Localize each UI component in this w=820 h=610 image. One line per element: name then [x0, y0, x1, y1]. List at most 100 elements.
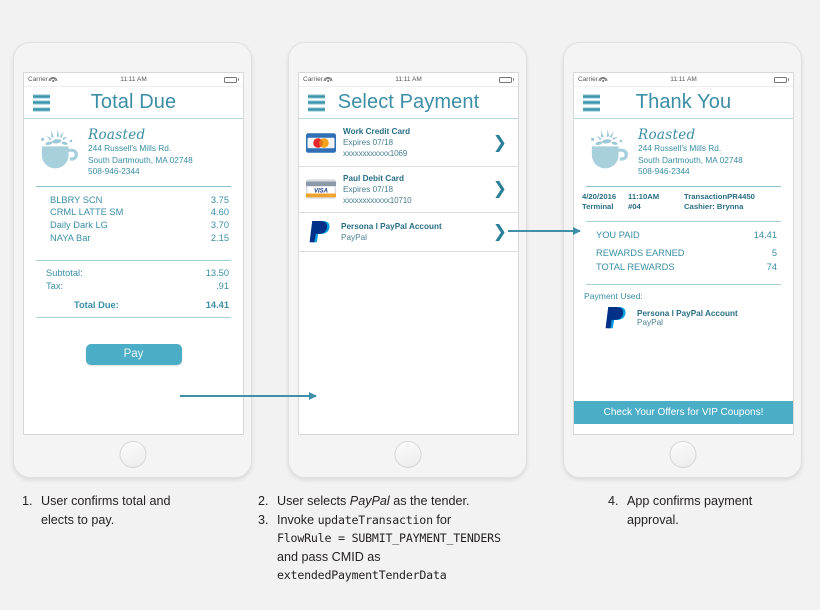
transaction-id-line: TransactionPR4450 [684, 192, 785, 203]
payment-option-expiry: Expires 07/18 [343, 138, 394, 148]
vip-coupons-banner[interactable]: Check Your Offers for VIP Coupons! [574, 401, 793, 424]
page-title: Thank You [635, 91, 732, 113]
caption-1: 1. User confirms total and elects to pay… [22, 492, 247, 529]
status-bar: Carrier 11:11 AM [299, 73, 518, 87]
coffee-cup-splash-icon [41, 129, 78, 169]
caption-1-number: 1. [22, 494, 33, 508]
caption-3-field-name: extendedPaymentTenderData [277, 568, 447, 582]
coffee-cup-splash-icon [591, 129, 628, 169]
transaction-date: 4/20/2016 [582, 191, 617, 201]
home-button[interactable] [394, 441, 421, 468]
store-address-line1: 244 Russell's Mills Rd. [638, 143, 722, 153]
caption-4-line1: App confirms payment [627, 494, 753, 508]
pay-button[interactable]: Pay [85, 344, 182, 366]
tax-row: Tax: .91 [46, 280, 229, 293]
payment-used-label: Payment Used: [584, 291, 643, 302]
store-address-line1: 244 Russell's Mills Rd. [88, 143, 172, 153]
page-title: Total Due [90, 91, 177, 113]
flow-arrow-2 [508, 226, 581, 235]
diagram-canvas: Carrier 11:11 AM Total Due Roasted 244 R… [0, 0, 820, 610]
terminal-label: Terminal [582, 202, 614, 212]
payment-option-number: xxxxxxxxxxxx10710 [343, 196, 412, 206]
item-name: NAYA Bar [50, 232, 91, 243]
payment-option-name: Persona l PayPal Account [341, 222, 442, 232]
payment-option-text: Work Credit Card Expires 07/18 xxxxxxxxx… [343, 126, 486, 160]
store-address-line2: South Dartmouth, MA 02748 [88, 154, 193, 165]
cashier-name: Cashier: Brynna [684, 202, 744, 212]
total-rewards-label: TOTAL REWARDS [596, 261, 675, 272]
total-due-label: Total Due: [74, 300, 119, 311]
caption-4-line2: approval. [627, 512, 679, 527]
chevron-right-icon[interactable]: ❯ [493, 224, 510, 241]
hamburger-menu-icon[interactable] [583, 94, 600, 111]
caption-1-text: User confirms total and elects to pay. [41, 492, 247, 529]
caption-1-line2: elects to pay. [41, 512, 115, 527]
phone-mockup-total-due: Carrier 11:11 AM Total Due Roasted 244 R… [13, 42, 252, 478]
transaction-col-date: 4/20/2016 Terminal [582, 192, 628, 213]
caption-3-line1-post: for [432, 512, 452, 527]
caption-4: 4. App confirms payment approval. [608, 492, 808, 529]
caption-3-method-name: updateTransaction [317, 512, 433, 527]
store-block: Roasted 244 Russell's Mills Rd. South Da… [574, 119, 793, 182]
item-name: CRML LATTE SM [50, 207, 124, 218]
payment-option-personal-paypal-account[interactable]: Persona l PayPal Account PayPal ❯ [299, 213, 518, 253]
payment-method-list: Work Credit Card Expires 07/18 xxxxxxxxx… [299, 119, 518, 253]
paypal-icon [309, 221, 330, 243]
you-paid-value: 14.41 [753, 229, 777, 240]
store-phone: 508-946-2344 [638, 166, 690, 177]
flow-arrow-1 [180, 391, 317, 400]
home-button[interactable] [119, 441, 146, 468]
phone2-app-header: Select Payment [299, 87, 518, 119]
phone-mockup-select-payment: Carrier 11:11 AM Select Payment Work Cre… [288, 42, 527, 478]
receipt-items: BLBRY SCN 3.75 CRML LATTE SM 4.60 Daily … [24, 187, 243, 244]
payment-option-name: Work Credit Card [343, 127, 411, 136]
chevron-right-icon[interactable]: ❯ [493, 181, 510, 198]
transaction-label: Transaction [684, 191, 728, 201]
tax-value: .91 [216, 281, 229, 292]
chevron-right-icon[interactable]: ❯ [493, 134, 510, 151]
store-block: Roasted 244 Russell's Mills Rd. South Da… [24, 119, 243, 182]
caption-2-pre: User selects [277, 494, 350, 508]
payment-used-row: Persona l PayPal Account PayPal [574, 301, 793, 331]
payment-used-text: Persona l PayPal Account PayPal [637, 309, 738, 327]
hamburger-menu-icon[interactable] [308, 94, 325, 111]
receipt-item-row: BLBRY SCN 3.75 [50, 194, 229, 207]
home-button[interactable] [669, 441, 696, 468]
item-name: Daily Dark LG [50, 219, 108, 230]
payment-option-paul-debit-card[interactable]: VISA Paul Debit Card Expires 07/18 xxxxx… [299, 167, 518, 214]
item-amount: 4.60 [210, 207, 229, 218]
item-amount: 2.15 [210, 232, 229, 243]
rewards-earned-value: 5 [771, 248, 777, 259]
item-amount: 3.70 [210, 219, 229, 230]
store-info: Roasted 244 Russell's Mills Rd. South Da… [88, 126, 193, 178]
phone3-app-header: Thank You [574, 87, 793, 119]
status-bar: Carrier 11:11 AM [574, 73, 793, 87]
payment-option-text: Persona l PayPal Account PayPal [341, 221, 486, 243]
caption-3: 3. Invoke updateTransaction for FlowRule… [258, 511, 588, 585]
receipt-item-row: Daily Dark LG 3.70 [50, 219, 229, 232]
payment-option-work-credit-card[interactable]: Work Credit Card Expires 07/18 xxxxxxxxx… [299, 120, 518, 167]
transaction-details: 4/20/2016 Terminal 11:10AM #04 Transacti… [574, 187, 793, 217]
caption-2-post: as the tender. [389, 494, 470, 508]
receipt-item-row: NAYA Bar 2.15 [50, 232, 229, 245]
rewards-earned-row: REWARDS EARNED 5 [596, 247, 777, 261]
phone3-screen: Carrier 11:11 AM Thank You Roasted 244 R… [573, 72, 794, 435]
total-due-value: 14.41 [205, 300, 229, 311]
receipt-totals: Subtotal: 13.50 Tax: .91 Total Due: 14.4… [24, 261, 243, 312]
subtotal-value: 13.50 [205, 268, 229, 279]
phone1-app-header: Total Due [24, 87, 243, 119]
page-title: Select Payment [337, 91, 480, 113]
caption-2: 2. User selects PayPal as the tender. [258, 492, 588, 511]
payment-option-name: Paul Debit Card [343, 173, 404, 183]
caption-3-line1-pre: Invoke [277, 512, 318, 527]
status-bar-time: 11:11 AM [120, 76, 147, 83]
total-rewards-row: TOTAL REWARDS 74 [596, 261, 777, 275]
caption-3-text: Invoke updateTransaction for FlowRule = … [277, 511, 588, 585]
total-due-row: Total Due: 14.41 [46, 293, 229, 312]
hamburger-menu-icon[interactable] [33, 94, 50, 111]
caption-2-3: 2. User selects PayPal as the tender. 3.… [258, 492, 588, 585]
caption-3-line3: and pass CMID as [277, 549, 381, 564]
caption-4-text: App confirms payment approval. [627, 492, 808, 529]
visa-icon: VISA [306, 179, 336, 200]
caption-4-number: 4. [608, 494, 619, 508]
